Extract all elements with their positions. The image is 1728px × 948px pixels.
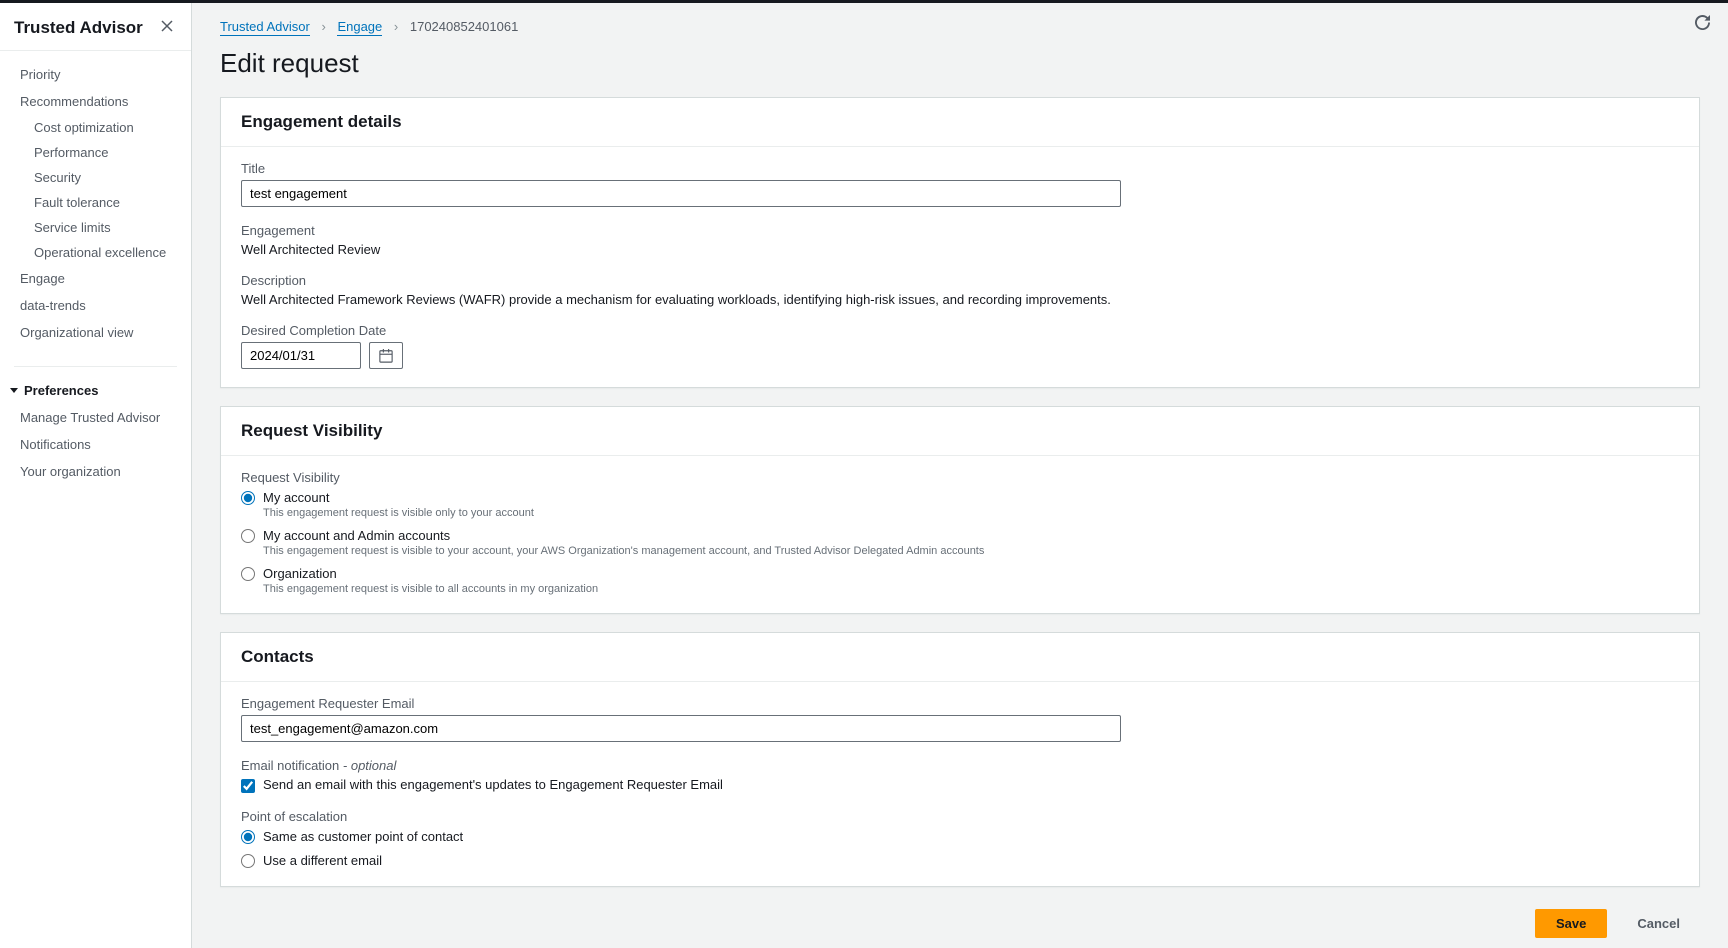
nav-security[interactable]: Security	[0, 165, 191, 190]
nav-organizational-view[interactable]: Organizational view	[0, 319, 191, 346]
nav-divider	[14, 366, 177, 367]
nav-cost-optimization[interactable]: Cost optimization	[0, 115, 191, 140]
visibility-admin-desc: This engagement request is visible to yo…	[263, 545, 984, 557]
nav-recommendations[interactable]: Recommendations	[0, 88, 191, 115]
nav-your-organization[interactable]: Your organization	[0, 458, 191, 485]
engagement-details-header: Engagement details	[221, 98, 1699, 147]
escalation-diff-radio[interactable]	[241, 854, 255, 868]
request-visibility-panel: Request Visibility Request Visibility My…	[220, 406, 1700, 614]
escalation-diff-label[interactable]: Use a different email	[263, 853, 382, 868]
sidebar-header: Trusted Advisor	[0, 3, 191, 51]
refresh-icon[interactable]	[1695, 15, 1710, 33]
page-title: Edit request	[192, 34, 1728, 97]
close-icon	[161, 20, 173, 32]
close-sidebar-button[interactable]	[157, 17, 177, 38]
cancel-button[interactable]: Cancel	[1617, 909, 1700, 938]
visibility-org-label[interactable]: Organization	[263, 566, 337, 581]
chevron-right-icon: ›	[321, 19, 325, 34]
contacts-panel: Contacts Engagement Requester Email Emai…	[220, 632, 1700, 887]
email-notif-optional: - optional	[339, 758, 396, 773]
title-label: Title	[241, 161, 1679, 176]
date-input[interactable]	[241, 342, 361, 369]
nav-operational-excellence[interactable]: Operational excellence	[0, 240, 191, 265]
email-notification-label: Email notification - optional	[241, 758, 1679, 773]
visibility-admin-radio[interactable]	[241, 529, 255, 543]
chevron-right-icon: ›	[394, 19, 398, 34]
visibility-org-radio[interactable]	[241, 567, 255, 581]
visibility-my-account-radio[interactable]	[241, 491, 255, 505]
visibility-my-account-label[interactable]: My account	[263, 490, 329, 505]
description-label: Description	[241, 273, 1679, 288]
caret-down-icon	[10, 388, 18, 393]
nav-engage[interactable]: Engage	[0, 265, 191, 292]
visibility-admin-label[interactable]: My account and Admin accounts	[263, 528, 450, 543]
escalation-same-radio[interactable]	[241, 830, 255, 844]
send-email-checkbox[interactable]	[241, 779, 255, 793]
visibility-label: Request Visibility	[241, 470, 1679, 485]
contacts-header: Contacts	[221, 633, 1699, 682]
nav-performance[interactable]: Performance	[0, 140, 191, 165]
requester-email-input[interactable]	[241, 715, 1121, 742]
request-visibility-header: Request Visibility	[221, 407, 1699, 456]
date-label: Desired Completion Date	[241, 323, 1679, 338]
breadcrumb-current: 170240852401061	[410, 19, 518, 34]
nav-priority[interactable]: Priority	[0, 61, 191, 88]
breadcrumb-engage[interactable]: Engage	[337, 19, 382, 36]
engagement-label: Engagement	[241, 223, 1679, 238]
nav-preferences-section[interactable]: Preferences	[0, 377, 191, 404]
nav-fault-tolerance[interactable]: Fault tolerance	[0, 190, 191, 215]
engagement-details-panel: Engagement details Title Engagement Well…	[220, 97, 1700, 388]
button-row: Save Cancel	[220, 905, 1700, 948]
visibility-my-account-desc: This engagement request is visible only …	[263, 507, 534, 519]
nav-data-trends[interactable]: data-trends	[0, 292, 191, 319]
nav-notifications[interactable]: Notifications	[0, 431, 191, 458]
preferences-label: Preferences	[24, 383, 98, 398]
nav-list: Priority Recommendations Cost optimizati…	[0, 51, 191, 356]
escalation-same-label[interactable]: Same as customer point of contact	[263, 829, 463, 844]
calendar-button[interactable]	[369, 342, 403, 369]
calendar-icon	[379, 349, 393, 363]
sidebar: Trusted Advisor Priority Recommendations…	[0, 3, 192, 948]
breadcrumb-trusted-advisor[interactable]: Trusted Advisor	[220, 19, 310, 36]
content-area: Engagement details Title Engagement Well…	[192, 97, 1728, 948]
engagement-value: Well Architected Review	[241, 242, 1679, 257]
nav-manage-trusted-advisor[interactable]: Manage Trusted Advisor	[0, 404, 191, 431]
save-button[interactable]: Save	[1535, 909, 1607, 938]
send-email-label[interactable]: Send an email with this engagement's upd…	[263, 777, 723, 792]
description-value: Well Architected Framework Reviews (WAFR…	[241, 292, 1679, 307]
escalation-label: Point of escalation	[241, 809, 1679, 824]
visibility-org-desc: This engagement request is visible to al…	[263, 583, 598, 595]
title-input[interactable]	[241, 180, 1121, 207]
nav-preferences-list: Manage Trusted Advisor Notifications You…	[0, 404, 191, 495]
email-notif-text: Email notification	[241, 758, 339, 773]
sidebar-title: Trusted Advisor	[14, 18, 143, 38]
main-content: Trusted Advisor › Engage › 1702408524010…	[192, 3, 1728, 948]
requester-email-label: Engagement Requester Email	[241, 696, 1679, 711]
nav-service-limits[interactable]: Service limits	[0, 215, 191, 240]
breadcrumbs: Trusted Advisor › Engage › 1702408524010…	[192, 3, 1728, 34]
